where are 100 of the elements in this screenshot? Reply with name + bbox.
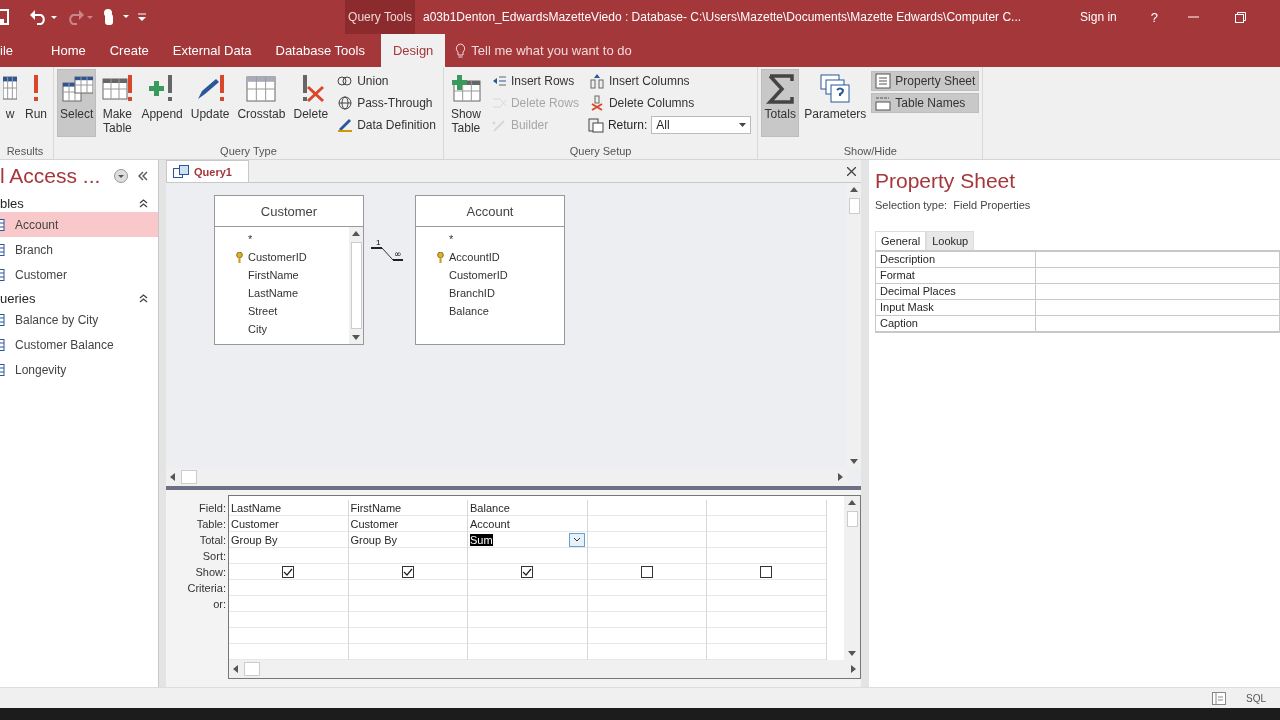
grid-cell[interactable]: Balance — [470, 501, 510, 514]
total-cell[interactable]: Group By — [348, 532, 467, 548]
lightbulb-icon — [455, 42, 467, 59]
ribbon-button[interactable]: Show Table — [446, 69, 485, 137]
field-list[interactable]: Customer * CustomerID FirstName LastName Street City — [214, 195, 364, 345]
save-icon[interactable] — [0, 9, 9, 25]
ribbon-button[interactable]: Update — [187, 69, 233, 137]
undo-icon[interactable] — [29, 9, 59, 25]
restore-icon[interactable] — [1235, 11, 1246, 23]
ribbon-button[interactable]: Insert Rows — [486, 71, 583, 91]
sign-in-link[interactable]: Sign in — [1080, 10, 1117, 24]
section-header[interactable]: bles — [0, 195, 24, 211]
total-cell[interactable]: Sum — [468, 532, 587, 548]
touch-icon[interactable] — [101, 8, 131, 26]
nav-item[interactable]: Balance by City — [0, 307, 158, 332]
scrollbar[interactable] — [847, 183, 861, 468]
ribbon-button[interactable]: Delete — [290, 69, 332, 137]
help-button[interactable]: ? — [1150, 9, 1158, 25]
close-icon[interactable] — [847, 167, 856, 176]
field-name[interactable]: * — [449, 233, 454, 245]
ribbon-tab[interactable]: Create — [97, 34, 161, 67]
field-name[interactable]: FirstName — [248, 269, 299, 281]
ribbon-button[interactable]: Pass-Through — [333, 93, 440, 113]
checkbox[interactable] — [282, 565, 295, 578]
scrollbar[interactable] — [229, 660, 860, 678]
property-name: Decimal Places — [876, 284, 1036, 299]
table-name: Account — [466, 203, 514, 219]
ribbon-tab[interactable]: ile — [0, 34, 39, 67]
ribbon-tab[interactable]: Home — [39, 34, 98, 67]
ribbon-button[interactable]: Union — [333, 71, 440, 91]
grid-cell[interactable]: LastName — [231, 501, 282, 514]
checkbox[interactable] — [521, 565, 534, 578]
field-name[interactable]: Balance — [449, 305, 489, 317]
grid-cell[interactable]: Customer — [350, 517, 399, 530]
total-cell[interactable]: Group By — [229, 532, 348, 548]
ribbon-button[interactable]: Run — [22, 69, 50, 137]
table-icon — [0, 218, 5, 231]
checkbox[interactable] — [401, 565, 414, 578]
field-name[interactable]: City — [248, 323, 267, 335]
context-label: Query Tools — [345, 0, 415, 34]
field-list[interactable]: Account * AccountID CustomerID BranchID Balance — [415, 195, 565, 345]
nav-item[interactable]: Customer — [0, 262, 158, 287]
double-chevron-up-icon[interactable] — [139, 293, 148, 303]
ribbon-button[interactable]: Table Names — [871, 93, 980, 113]
ribbon-button[interactable]: w — [0, 69, 20, 137]
field-name[interactable]: LastName — [248, 287, 299, 299]
join-line[interactable]: 1 ∞ — [371, 238, 403, 264]
checkbox[interactable] — [640, 565, 653, 578]
row-label: Total: — [198, 533, 227, 548]
section-header[interactable]: ueries — [0, 290, 36, 306]
sheet-tab[interactable]: General — [875, 231, 927, 250]
sheet-tab[interactable]: Lookup — [926, 231, 975, 250]
field-name[interactable]: AccountID — [449, 251, 500, 263]
grid-cell[interactable]: Account — [470, 517, 510, 530]
ribbon-button[interactable]: Crosstab — [234, 69, 289, 137]
ribbon-button[interactable]: Totals — [761, 69, 800, 137]
tell-me-field[interactable]: Tell me what you want to do — [471, 43, 632, 58]
ribbon-tab[interactable]: External Data — [160, 34, 264, 67]
dropdown-button[interactable] — [568, 532, 585, 547]
row-label: Show: — [194, 565, 227, 580]
ribbon-tab[interactable]: Design — [380, 34, 446, 67]
collapse-icon[interactable] — [138, 171, 148, 181]
nav-item[interactable]: Longevity — [0, 357, 158, 382]
caret-icon — [572, 537, 581, 542]
customize-icon[interactable] — [137, 12, 147, 22]
scrollbar[interactable] — [844, 496, 860, 660]
return-dropdown[interactable]: All — [651, 116, 752, 134]
ribbon-button[interactable]: Append — [138, 69, 186, 137]
ribbon-button[interactable]: Data Definition — [333, 115, 440, 135]
table-icon — [245, 73, 278, 105]
nav-item[interactable]: Account — [0, 212, 158, 237]
scrollbar[interactable] — [349, 227, 363, 344]
document-tab[interactable]: Query1 — [166, 160, 249, 182]
ribbon-button[interactable]: Insert Columns — [584, 71, 755, 91]
datasheet-view-icon[interactable] — [1212, 691, 1226, 705]
dropdown-circle-icon[interactable] — [114, 169, 128, 183]
grid-cell[interactable]: Customer — [231, 517, 279, 530]
ribbon-button[interactable]: Delete Columns — [584, 93, 755, 113]
nav-item[interactable]: Customer Balance — [0, 332, 158, 357]
ribbon-button[interactable]: Make Table — [98, 69, 137, 137]
grid-cell[interactable]: FirstName — [350, 501, 402, 514]
ribbon-button[interactable]: Parameters — [801, 69, 870, 137]
ribbon-button[interactable]: Property Sheet — [871, 71, 980, 91]
pencil-ruler-icon — [337, 117, 354, 133]
many-label: ∞ — [394, 249, 402, 259]
field-name[interactable]: Street — [248, 305, 278, 317]
table-plus-icon — [449, 73, 482, 105]
ribbon-button[interactable]: Select — [57, 69, 97, 137]
row-label: Field: — [198, 501, 227, 516]
scrollbar[interactable] — [166, 468, 847, 486]
sql-view-button[interactable]: SQL — [1246, 692, 1266, 704]
field-name[interactable]: BranchID — [449, 287, 495, 299]
ribbon-tab[interactable]: Database Tools — [263, 34, 377, 67]
nav-item[interactable]: Branch — [0, 237, 158, 262]
checkbox[interactable] — [760, 565, 773, 578]
field-name[interactable]: CustomerID — [449, 269, 508, 281]
field-name[interactable]: * — [248, 233, 253, 245]
field-name[interactable]: CustomerID — [248, 251, 307, 263]
wand-icon — [490, 117, 507, 133]
double-chevron-up-icon[interactable] — [139, 198, 148, 208]
